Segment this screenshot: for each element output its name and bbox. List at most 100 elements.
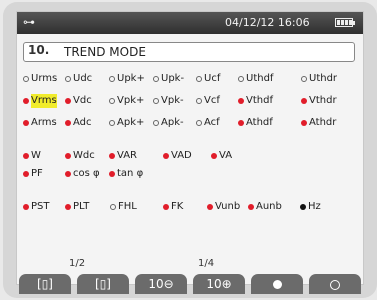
device-frame: ⊶ 04/12/12 16:06 10. TREND MODE Urms Udc U… <box>3 2 377 298</box>
parameter-label: PST <box>31 201 50 212</box>
unselected-dot-icon <box>196 120 202 126</box>
parameter-label: Arms <box>31 117 57 128</box>
unselected-dot-icon <box>153 120 159 126</box>
selected-dot-icon <box>248 204 254 210</box>
parameter-label: Wdc <box>73 150 95 161</box>
selected-dot-icon <box>163 153 169 159</box>
parameter-label: Vunb <box>215 201 241 212</box>
unselected-dot-icon <box>301 76 307 82</box>
stop-tab[interactable] <box>309 274 361 294</box>
parameter-label: Aunb <box>256 201 282 212</box>
unselected-dot-icon <box>153 98 159 104</box>
tab-label: 10⊖ <box>148 277 174 291</box>
page-title: TREND MODE <box>64 45 146 59</box>
unselected-dot-icon <box>110 204 116 210</box>
parameter-label: PLT <box>73 201 90 212</box>
parameter-label: FHL <box>118 201 137 212</box>
parameter-label: Vthdr <box>309 95 337 106</box>
selected-dot-icon <box>301 98 307 104</box>
parameter-label: Urms <box>31 73 58 84</box>
unselected-dot-icon <box>196 98 202 104</box>
config-1-tab[interactable]: [▯] <box>19 274 71 294</box>
parameter-label: cos φ <box>73 168 100 179</box>
unselected-dot-icon <box>238 76 244 82</box>
tab-label: 10⊕ <box>206 277 232 291</box>
config-2-tab[interactable]: [▯] <box>77 274 129 294</box>
parameter-label: VAR <box>117 150 137 161</box>
battery-bar <box>349 20 352 25</box>
parameter-label: Hz <box>308 201 321 212</box>
parameter-label: Vrms <box>31 94 57 108</box>
selected-dot-icon <box>300 204 306 210</box>
unselected-dot-icon <box>23 76 29 82</box>
record-tab[interactable] <box>251 274 303 294</box>
parameter-label: Vdc <box>73 95 92 106</box>
connection-icon: ⊶ <box>23 15 35 29</box>
parameter-label: Ucf <box>204 73 221 84</box>
parameter-label: tan φ <box>117 168 144 179</box>
selected-dot-icon <box>109 153 115 159</box>
parameter-label: Athdr <box>309 117 337 128</box>
parameter-label: Vpk+ <box>117 95 145 106</box>
parameter-label: Upk+ <box>117 73 145 84</box>
parameter-label: PF <box>31 168 43 179</box>
parameter-label: Acf <box>204 117 220 128</box>
page-indicator-left: 1/2 <box>69 258 86 269</box>
battery-icon <box>335 18 355 27</box>
stop-icon <box>330 279 340 290</box>
screen: ⊶ 04/12/12 16:06 10. TREND MODE Urms Udc U… <box>16 11 364 294</box>
selected-dot-icon <box>23 153 29 159</box>
selected-dot-icon <box>301 120 307 126</box>
battery-bar <box>341 20 344 25</box>
page-indicator-right: 1/4 <box>198 258 215 269</box>
battery-bar <box>337 20 340 25</box>
selected-dot-icon <box>23 98 29 104</box>
parameter-label: VA <box>219 150 233 161</box>
selected-dot-icon <box>238 98 244 104</box>
unselected-dot-icon <box>109 120 115 126</box>
battery-bar <box>345 20 348 25</box>
selected-dot-icon <box>65 153 71 159</box>
unselected-dot-icon <box>65 76 71 82</box>
selected-dot-icon <box>23 204 29 210</box>
record-icon <box>272 280 282 289</box>
mode-title-box: 10. TREND MODE <box>23 42 355 62</box>
parameter-label: Athdf <box>246 117 273 128</box>
tab-label: [▯] <box>95 277 111 291</box>
parameter-label: Adc <box>73 117 92 128</box>
parameter-label: Apk- <box>161 117 184 128</box>
selected-dot-icon <box>65 98 71 104</box>
parameter-label: Uthdf <box>246 73 274 84</box>
parameter-label: Vpk- <box>161 95 184 106</box>
parameter-label: VAD <box>171 150 192 161</box>
tab-label: [▯] <box>37 277 53 291</box>
parameter-label: Upk- <box>161 73 185 84</box>
selected-dot-icon <box>23 120 29 126</box>
selected-dot-icon <box>163 204 169 210</box>
parameter-label: W <box>31 150 41 161</box>
parameter-label: Apk+ <box>117 117 145 128</box>
parameter-label: FK <box>171 201 184 212</box>
datetime: 04/12/12 16:06 <box>225 16 310 29</box>
selected-dot-icon <box>65 204 71 210</box>
selected-dot-icon <box>109 171 115 177</box>
selected-dot-icon <box>65 171 71 177</box>
status-bar: ⊶ 04/12/12 16:06 <box>17 12 363 34</box>
trend-icon: 10. <box>28 43 50 57</box>
unselected-dot-icon <box>109 76 115 82</box>
parameter-label: Udc <box>73 73 93 84</box>
selected-dot-icon <box>65 120 71 126</box>
parameter-label: Vthdf <box>246 95 273 106</box>
unselected-dot-icon <box>153 76 159 82</box>
unselected-dot-icon <box>109 98 115 104</box>
selected-dot-icon <box>238 120 244 126</box>
parameter-label: Uthdr <box>309 73 338 84</box>
parameter-label: Vcf <box>204 95 220 106</box>
zoom-in-tab[interactable]: 10⊕ <box>193 274 245 294</box>
selected-dot-icon <box>23 171 29 177</box>
selected-dot-icon <box>207 204 213 210</box>
zoom-out-tab[interactable]: 10⊖ <box>135 274 187 294</box>
function-tabs: [▯] [▯] 10⊖ 10⊕ <box>17 274 363 294</box>
selected-dot-icon <box>211 153 217 159</box>
unselected-dot-icon <box>196 76 202 82</box>
